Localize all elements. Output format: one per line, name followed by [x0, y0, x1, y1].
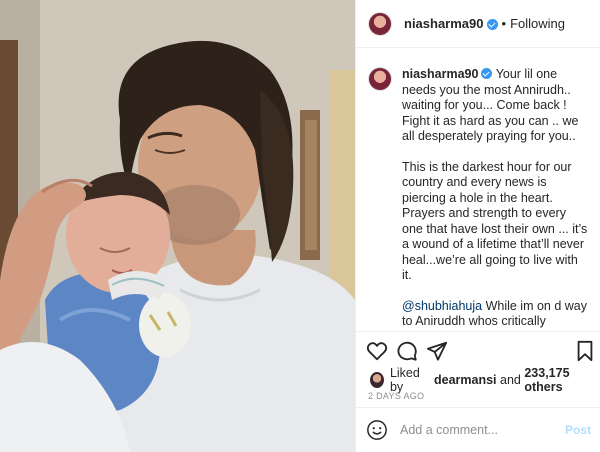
caption-paragraph-2: This is the darkest hour for our country… — [402, 159, 588, 283]
mention-link[interactable]: @shubhiahuja — [402, 299, 482, 313]
author-username[interactable]: niasharma90 — [404, 16, 484, 31]
caption-row: niasharma90 Your lil one needs you the m… — [368, 67, 589, 331]
caption-area[interactable]: niasharma90 Your lil one needs you the m… — [356, 49, 600, 331]
post-date[interactable]: 2 DAYS AGO — [368, 391, 424, 401]
caption-username[interactable]: niasharma90 — [402, 67, 478, 81]
paper-plane-icon[interactable] — [426, 340, 448, 362]
author-avatar[interactable] — [368, 11, 392, 36]
liker-avatar[interactable] — [370, 372, 384, 388]
post-button[interactable]: Post — [565, 423, 591, 437]
likes-and: and — [500, 373, 521, 387]
likes-count[interactable]: 233,175 others — [524, 366, 600, 394]
caption-text: niasharma90 Your lil one needs you the m… — [402, 67, 589, 331]
caption-paragraph-3: @shubhiahuja While im on d way to Anirud… — [402, 299, 589, 332]
following-button[interactable]: Following — [510, 16, 565, 31]
comment-box: Post — [356, 407, 600, 452]
likes-summary: Liked by dearmansi and 233,175 others — [370, 366, 600, 394]
post-sidebar: niasharma90 • Following niasharma90 Your… — [355, 0, 600, 452]
comment-input[interactable] — [400, 423, 565, 437]
comment-icon[interactable] — [396, 340, 418, 362]
likes-prefix: Liked by — [389, 366, 420, 394]
verified-badge-icon — [481, 68, 493, 79]
bookmark-icon[interactable] — [575, 340, 595, 362]
post-header: niasharma90 • Following — [356, 0, 600, 48]
post-photo[interactable] — [0, 0, 355, 452]
heart-icon[interactable] — [366, 340, 388, 362]
verified-badge-icon — [486, 19, 498, 30]
action-bar — [356, 331, 600, 371]
liker-username[interactable]: dearmansi — [434, 373, 497, 387]
separator-dot: • — [501, 16, 507, 31]
smiley-icon[interactable] — [366, 419, 388, 441]
photo-illustration — [0, 0, 355, 452]
caption-avatar[interactable] — [368, 67, 392, 91]
